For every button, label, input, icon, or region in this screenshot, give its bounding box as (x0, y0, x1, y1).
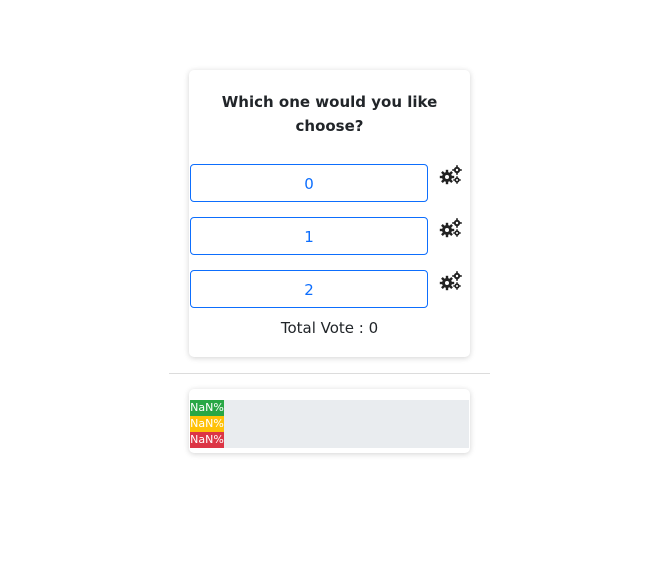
option-row: 0 (190, 164, 468, 202)
gears-icon[interactable] (439, 164, 463, 186)
vote-option-button[interactable]: 2 (190, 270, 428, 308)
result-progress-bar: NaN% (190, 432, 224, 448)
result-progress-bar: NaN% (190, 400, 224, 416)
total-vote-label: Total Vote : (280, 319, 369, 337)
vote-option-button[interactable]: 0 (190, 164, 428, 202)
poll-question: Which one would you like choose? (221, 93, 438, 135)
divider (169, 373, 490, 374)
result-progress-track: NaN% (190, 432, 469, 448)
poll-card: Which one would you like choose? 0 1 2 T… (189, 70, 470, 357)
total-vote-count: 0 (368, 319, 379, 337)
result-progress-bar: NaN% (190, 416, 224, 432)
option-row: 2 (190, 270, 468, 308)
total-vote: Total Vote : 0 (189, 319, 470, 337)
option-row: 1 (190, 217, 468, 255)
gears-icon[interactable] (439, 270, 463, 292)
results-card: NaN% NaN% NaN% (189, 389, 470, 453)
result-progress-track: NaN% (190, 400, 469, 416)
vote-option-button[interactable]: 1 (190, 217, 428, 255)
gears-icon[interactable] (439, 217, 463, 239)
result-progress-track: NaN% (190, 416, 469, 432)
